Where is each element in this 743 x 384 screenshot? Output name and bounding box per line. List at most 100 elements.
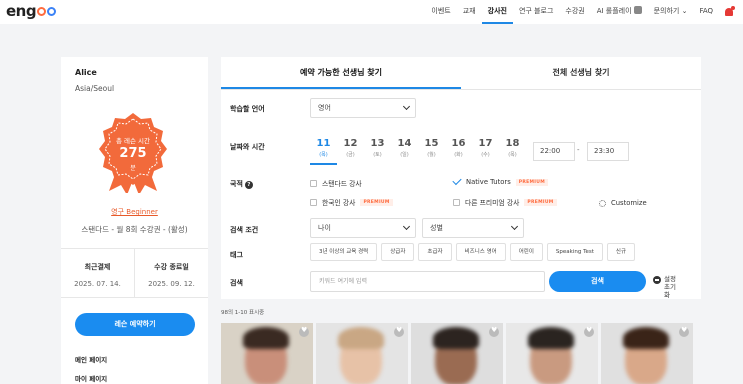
notification-bell-icon[interactable]	[723, 6, 735, 18]
keyword-input[interactable]: 키워드 여기에 입력	[310, 271, 545, 292]
last-payment-value: 2025. 07. 14.	[74, 280, 121, 288]
search-button[interactable]: 검색	[549, 271, 646, 292]
badge-title: 총 레슨 시간	[115, 137, 151, 145]
standard-tutor-checkbox[interactable]: 스탠다드 강사	[310, 178, 362, 188]
chevron-down-icon: ⌄	[681, 7, 688, 15]
lesson-time-badge: 총 레슨 시간 275 분	[91, 109, 175, 195]
time-from-input[interactable]: 22:00	[533, 142, 575, 161]
nav-item-ai-roleplay[interactable]: AI 롤플레이	[591, 0, 648, 24]
time-separator: -	[577, 146, 580, 154]
date-option[interactable]: 11 (목)	[310, 137, 337, 165]
date-option[interactable]: 17 (수)	[472, 137, 499, 165]
tab-all-tutors[interactable]: 전체 선생님 찾기	[461, 57, 701, 89]
date-day: 13	[370, 138, 385, 149]
tag-kids[interactable]: 어린이	[509, 243, 543, 261]
language-select[interactable]: 영어	[310, 98, 416, 118]
age-select[interactable]: 나이	[310, 218, 416, 238]
nationality-label: 국적?	[230, 179, 253, 189]
nav-item-blog[interactable]: 연구 블로그	[513, 0, 559, 24]
help-icon[interactable]: ?	[244, 181, 253, 189]
nav-item-materials[interactable]: 교재	[457, 0, 482, 24]
favorite-heart-icon[interactable]	[489, 326, 499, 337]
end-date: 수강 종료일 2025. 09. 12.	[135, 249, 208, 297]
tab-available-tutors[interactable]: 예약 가능한 선생님 찾기	[221, 57, 461, 89]
tag-experience[interactable]: 3년 이상의 교육 경력	[310, 243, 378, 261]
language-label: 학습할 언어	[230, 105, 265, 113]
favorite-heart-icon[interactable]	[394, 326, 404, 337]
date-weekday: (수)	[481, 152, 490, 158]
my-page-link[interactable]: 마이 페이지	[75, 373, 107, 383]
date-day: 11	[316, 138, 331, 149]
nav-item-contact-label: 문의하기	[653, 7, 680, 15]
standard-tutor-label: 스탠다드 강사	[322, 180, 362, 188]
gear-icon	[599, 199, 606, 207]
favorite-heart-icon[interactable]	[299, 326, 309, 337]
date-picker: 11 (목) 12 (금) 13 (토) 14 (일) 15 (월) 16 (화) 17 (수…	[310, 137, 526, 165]
nav-item-event[interactable]: 이벤트	[425, 0, 456, 24]
korean-tutor-checkbox[interactable]: 한국인 강사 PREMIUM	[310, 197, 393, 207]
badge-minutes: 275	[119, 146, 147, 161]
conditions-label: 검색 조건	[230, 226, 259, 234]
tag-business[interactable]: 비즈니스 영어	[455, 243, 506, 261]
top-navigation: eng 이벤트 교재 강사진 연구 블로그 수강권 AI 롤플레이 문의하기 ⌄…	[0, 0, 743, 24]
robot-icon	[633, 6, 642, 14]
main-page-link[interactable]: 메인 페이지	[75, 354, 107, 364]
date-option[interactable]: 12 (금)	[337, 137, 364, 165]
date-option[interactable]: 15 (월)	[418, 137, 445, 165]
date-day: 12	[343, 138, 358, 149]
reset-icon	[653, 276, 661, 284]
tutor-hair	[243, 327, 289, 349]
date-option[interactable]: 14 (일)	[391, 137, 418, 165]
tag-speaking-test[interactable]: Speaking Test	[546, 243, 603, 261]
engoo-logo[interactable]: eng	[6, 2, 57, 20]
tag-advanced[interactable]: 상급자	[381, 243, 415, 261]
premium-badge: PREMIUM	[524, 198, 557, 206]
nav-item-tutors[interactable]: 강사진	[481, 0, 513, 24]
tutor-card[interactable]	[506, 323, 598, 384]
tutor-hair	[338, 327, 384, 349]
nav-item-faq[interactable]: FAQ	[693, 0, 719, 24]
nav-item-plans[interactable]: 수강권	[559, 0, 590, 24]
end-date-value: 2025. 09. 12.	[148, 280, 195, 288]
tutor-hair	[433, 327, 479, 349]
date-weekday: (토)	[373, 152, 382, 158]
user-name: Alice	[75, 68, 97, 77]
korean-tutor-label: 한국인 강사	[322, 199, 356, 207]
date-day: 15	[424, 138, 439, 149]
date-day: 16	[451, 138, 466, 149]
tag-beginner[interactable]: 초급자	[418, 243, 452, 261]
checkbox-icon	[310, 179, 317, 187]
gender-select[interactable]: 성별	[422, 218, 524, 238]
badge-unit: 분	[130, 165, 136, 172]
tag-list: 3년 이상의 교육 경력 상급자 초급자 비즈니스 영어 어린이 Speakin…	[310, 243, 636, 261]
nav-menu: 이벤트 교재 강사진 연구 블로그 수강권 AI 롤플레이 문의하기 ⌄ FAQ	[425, 0, 735, 24]
favorite-heart-icon[interactable]	[679, 326, 689, 337]
date-option[interactable]: 13 (토)	[364, 137, 391, 165]
gender-value: 성별	[430, 224, 443, 232]
checkmark-icon	[452, 175, 462, 186]
date-option[interactable]: 18 (목)	[499, 137, 526, 165]
last-payment: 최근결제 2025. 07. 14.	[61, 249, 135, 297]
result-count: 98의 1-10 표시중	[221, 310, 265, 316]
nav-item-contact[interactable]: 문의하기 ⌄	[648, 0, 694, 24]
customize-button[interactable]: Customize	[599, 199, 647, 207]
tag-new[interactable]: 신규	[606, 243, 636, 261]
time-to-input[interactable]: 23:30	[587, 142, 629, 161]
date-option[interactable]: 16 (화)	[445, 137, 472, 165]
native-tutor-checkbox[interactable]: Native Tutors PREMIUM	[452, 175, 548, 186]
native-tutor-label: Native Tutors	[466, 178, 511, 186]
search-tabs: 예약 가능한 선생님 찾기 전체 선생님 찾기	[221, 57, 701, 90]
level-link[interactable]: 영구 Beginner	[61, 207, 208, 217]
freemium-tutor-checkbox[interactable]: 다른 프리미엄 강사 PREMIUM	[453, 197, 557, 207]
date-weekday: (금)	[346, 152, 355, 158]
chevron-down-icon	[402, 222, 411, 231]
tutor-card[interactable]	[411, 323, 503, 384]
favorite-heart-icon[interactable]	[584, 326, 594, 337]
date-weekday: (화)	[454, 152, 463, 158]
tutor-card[interactable]	[221, 323, 313, 384]
book-lesson-button[interactable]: 레슨 예약하기	[75, 313, 195, 336]
tutor-card[interactable]	[316, 323, 408, 384]
profile-card: Alice Asia/Seoul 총 레슨 시간 275 분 영구 Beginn…	[61, 57, 208, 384]
reset-filters-button[interactable]: 설정 초기화	[653, 275, 680, 299]
tutor-card[interactable]	[601, 323, 693, 384]
